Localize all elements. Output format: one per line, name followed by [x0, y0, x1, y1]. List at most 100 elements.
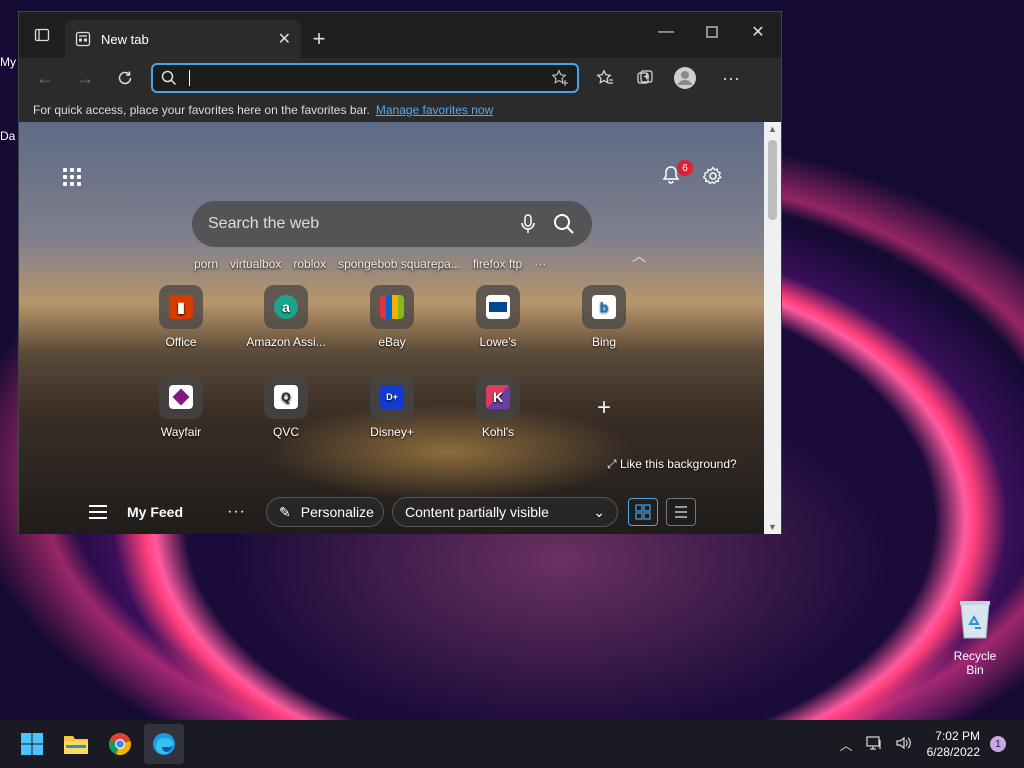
quick-link-amazon-assistant[interactable]: a Amazon Assi... — [241, 285, 331, 349]
search-submit-button[interactable] — [550, 210, 578, 238]
feed-more-button[interactable]: ··· — [227, 503, 246, 521]
quick-link-office[interactable]: ▮ Office — [136, 285, 226, 349]
trending-more[interactable]: ··· — [534, 257, 546, 271]
address-bar[interactable] — [151, 63, 579, 93]
notification-center-badge[interactable]: 1 — [990, 736, 1006, 752]
office-icon: ▮ — [169, 295, 193, 319]
web-search-box[interactable] — [192, 201, 592, 247]
close-tab-icon[interactable]: ✕ — [278, 29, 291, 49]
collections-icon — [637, 70, 653, 84]
apps-launcher-icon[interactable] — [63, 168, 81, 186]
desktop-label-my[interactable]: My — [0, 55, 20, 69]
favorites-icon — [596, 69, 613, 84]
tile-icon-bg: Q — [264, 375, 308, 419]
chrome-taskbar-button[interactable] — [100, 724, 140, 764]
new-tab-page: 6 porn virtualbox roblox spongebob squar… — [19, 122, 766, 534]
clock-time: 7:02 PM — [935, 729, 980, 743]
wayfair-icon — [169, 385, 193, 409]
quick-link-label: Bing — [591, 335, 617, 349]
tile-icon-bg — [476, 285, 520, 329]
bing-icon: b — [592, 295, 616, 319]
quick-link-lowes[interactable]: Lowe's — [453, 285, 543, 349]
quick-link-wayfair[interactable]: Wayfair — [136, 375, 226, 439]
quick-link-label: eBay — [378, 335, 406, 349]
collections-button[interactable] — [625, 62, 665, 94]
chevron-down-icon: ⌄ — [593, 503, 605, 520]
volume-icon[interactable] — [895, 735, 913, 754]
maximize-icon — [706, 26, 718, 38]
list-view-button[interactable] — [666, 498, 696, 526]
text-caret — [189, 70, 190, 86]
quick-link-kohls[interactable]: K Kohl's — [453, 375, 543, 439]
address-input[interactable] — [196, 69, 551, 87]
desktop-label-da[interactable]: Da — [0, 129, 20, 143]
quick-link-ebay[interactable]: eBay — [347, 285, 437, 349]
quick-link-bing[interactable]: b Bing — [559, 285, 649, 349]
add-favorite-icon[interactable] — [551, 69, 569, 87]
tab-actions-button[interactable] — [19, 12, 65, 58]
my-feed-title[interactable]: My Feed — [127, 504, 183, 520]
voice-search-button[interactable] — [514, 210, 542, 238]
collapse-chevron-icon[interactable]: ︿ — [632, 246, 646, 266]
tab-new-tab[interactable]: New tab ✕ — [65, 20, 301, 58]
trending-item[interactable]: roblox — [293, 257, 326, 271]
expand-arrow-icon: ⤢ — [607, 457, 617, 471]
scrollbar-thumb[interactable] — [768, 140, 777, 220]
trending-item[interactable]: firefox ftp — [473, 257, 522, 271]
refresh-button[interactable] — [105, 62, 145, 94]
favorites-bar-hint: For quick access, place your favorites h… — [33, 103, 370, 117]
lowes-icon — [486, 295, 510, 319]
kohls-icon: K — [486, 385, 510, 409]
trending-searches: porn virtualbox roblox spongebob squarep… — [194, 257, 546, 271]
content-visibility-value: Content partially visible — [405, 504, 549, 520]
trending-item[interactable]: virtualbox — [230, 257, 281, 271]
personalize-button[interactable]: ✎ Personalize — [266, 497, 384, 527]
manage-favorites-link[interactable]: Manage favorites now — [376, 103, 493, 117]
folder-icon — [64, 736, 88, 754]
close-window-button[interactable]: ✕ — [735, 12, 781, 52]
settings-more-button[interactable]: ··· — [711, 62, 751, 94]
windows-logo-icon — [21, 733, 43, 755]
minimize-button[interactable]: — — [643, 12, 689, 52]
tile-icon-bg: a — [264, 285, 308, 329]
tab-title: New tab — [101, 31, 149, 47]
network-icon[interactable] — [865, 735, 883, 754]
recycle-bin-icon — [960, 601, 990, 639]
like-background-link[interactable]: ⤢ Like this background? — [607, 457, 737, 472]
quick-link-label: Lowe's — [479, 335, 517, 349]
trending-item[interactable]: porn — [194, 257, 218, 271]
start-button[interactable] — [12, 724, 52, 764]
like-background-text: Like this background? — [619, 457, 737, 471]
forward-button[interactable]: → — [65, 62, 105, 94]
edge-taskbar-button[interactable] — [144, 724, 184, 764]
scroll-up-arrow-icon[interactable]: ▲ — [764, 124, 781, 134]
profile-button[interactable] — [665, 62, 705, 94]
add-quick-link-button[interactable]: + — [597, 394, 611, 422]
window-controls: — ✕ — [643, 12, 781, 52]
back-button[interactable]: ← — [25, 62, 65, 94]
show-hidden-icons-chevron-icon[interactable]: ︿ — [840, 735, 853, 754]
recycle-bin-desktop-icon[interactable]: Recycle Bin — [944, 598, 1006, 677]
quick-link-label: Amazon Assi... — [246, 335, 326, 349]
feed-bar: My Feed ··· ✎ Personalize Content partia… — [19, 490, 766, 534]
quick-link-qvc[interactable]: Q QVC — [241, 375, 331, 439]
search-icon — [161, 70, 177, 86]
page-settings-gear-icon[interactable] — [703, 166, 723, 186]
new-tab-button[interactable]: + — [301, 20, 337, 58]
scroll-down-arrow-icon[interactable]: ▼ — [764, 522, 781, 532]
taskbar-clock[interactable]: 7:02 PM 6/28/2022 — [927, 728, 980, 760]
microphone-icon — [521, 214, 535, 233]
feed-menu-icon[interactable] — [89, 505, 107, 519]
tile-icon-bg: D+ — [370, 375, 414, 419]
refresh-icon — [118, 71, 132, 85]
web-search-input[interactable] — [206, 214, 506, 234]
page-scrollbar[interactable]: ▲ ▼ — [764, 122, 781, 534]
maximize-button[interactable] — [689, 12, 735, 52]
search-magnifier-icon — [554, 214, 574, 234]
favorites-button[interactable] — [585, 62, 625, 94]
file-explorer-taskbar-button[interactable] — [56, 724, 96, 764]
trending-item[interactable]: spongebob squarepa... — [338, 257, 461, 271]
quick-link-disney-plus[interactable]: D+ Disney+ — [347, 375, 437, 439]
content-visibility-dropdown[interactable]: Content partially visible ⌄ — [392, 497, 618, 527]
grid-view-button[interactable] — [628, 498, 658, 526]
